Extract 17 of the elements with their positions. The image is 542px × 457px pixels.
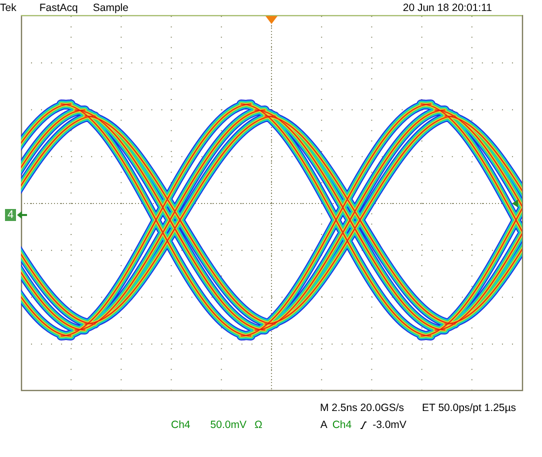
trigger-level-icon [512,200,518,208]
coupling-symbol: Ω [254,418,262,430]
channel-marker: 4 [5,209,16,221]
mode-label: FastAcq [39,2,78,14]
brand-label: Tek [0,2,16,14]
rising-edge-icon [360,420,367,428]
ground-arrow-icon [17,211,27,219]
trigger-channel: Ch4 [332,418,352,430]
timestamp: 20 Jun 18 20:01:11 [402,2,492,14]
horizontal-scale: M 2.5ns 20.0GS/s [320,402,404,414]
trigger-position-icon [266,16,278,24]
vertical-scale: 50.0mV [210,418,246,430]
trigger-level: -3.0mV [372,418,406,430]
equivalent-time: ET 50.0ps/pt 1.25µs [422,402,516,414]
acquisition-label: Sample [92,2,128,14]
trigger-mode: A [320,418,328,430]
channel-label: Ch4 [171,418,190,430]
